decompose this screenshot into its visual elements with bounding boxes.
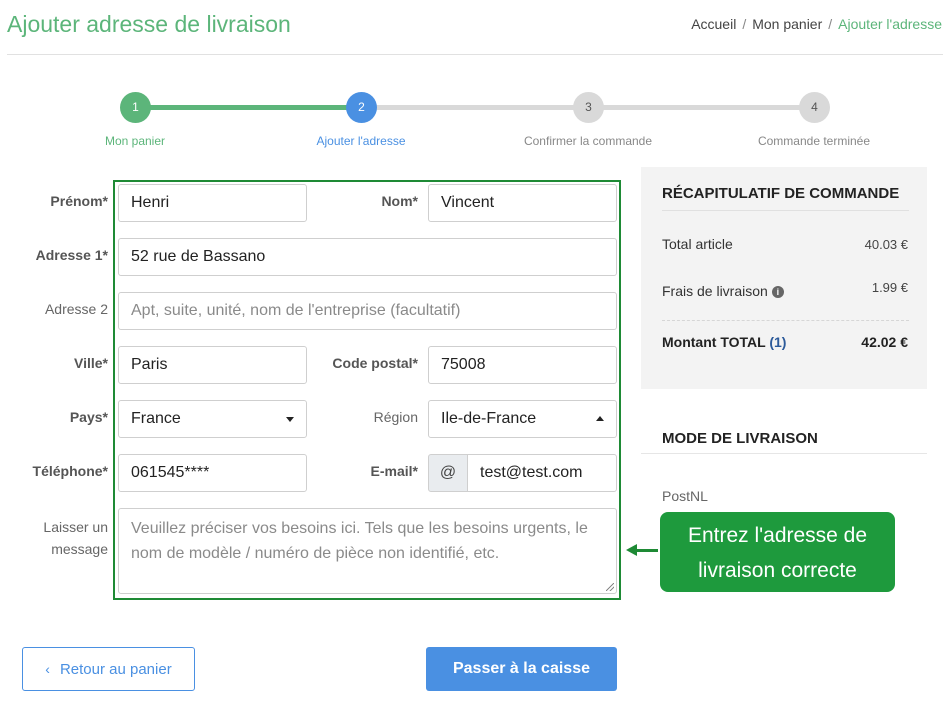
chevron-up-icon: [596, 416, 604, 421]
back-to-cart-button[interactable]: ‹ Retour au panier: [22, 647, 195, 691]
step-2-indicator: 2: [346, 92, 377, 123]
adresse1-input[interactable]: 52 rue de Bassano: [118, 238, 617, 276]
region-select[interactable]: Ile-de-France: [428, 400, 617, 438]
nom-label: Nom*: [381, 193, 418, 209]
nom-input[interactable]: Vincent: [428, 184, 617, 222]
breadcrumb-home-link[interactable]: Accueil: [691, 16, 736, 32]
code-postal-label: Code postal*: [332, 355, 418, 371]
step-1-label: Mon panier: [104, 134, 166, 148]
total-amount-label: Montant TOTAL (1): [662, 334, 786, 350]
breadcrumb-separator: /: [828, 16, 833, 32]
step-connector-3-4: [602, 105, 814, 110]
message-label-line2: message: [51, 541, 108, 557]
step-4-label: Commande terminée: [757, 134, 871, 148]
step-3-indicator: 3: [573, 92, 604, 123]
checkout-button[interactable]: Passer à la caisse: [426, 647, 617, 691]
step-connector-2-3: [376, 105, 588, 110]
at-sign-icon: @: [428, 454, 468, 492]
shipping-mode-title: MODE DE LIVRAISON: [662, 430, 818, 447]
adresse2-label: Adresse 2: [44, 301, 108, 317]
breadcrumb-current: Ajouter l'adresse: [838, 16, 942, 32]
shipping-fee-label-text: Frais de livraison: [662, 283, 768, 299]
back-to-cart-label: Retour au panier: [59, 661, 172, 678]
prenom-label: Prénom*: [50, 193, 108, 209]
step-3-label: Confirmer la commande: [523, 134, 653, 148]
message-placeholder: Veuillez préciser vos besoins ici. Tels …: [131, 520, 588, 562]
total-amount-value: 42.02 €: [861, 334, 908, 350]
code-postal-input[interactable]: 75008: [428, 346, 617, 384]
callout-line1: Entrez l'adresse de: [687, 524, 868, 547]
shipping-option-postnl[interactable]: PostNL: [662, 488, 708, 504]
ville-input[interactable]: Paris: [118, 346, 307, 384]
pays-select[interactable]: France: [118, 400, 307, 438]
total-amount-label-text: Montant TOTAL: [662, 334, 766, 350]
region-label: Région: [373, 409, 418, 425]
chevron-left-icon: ‹: [45, 661, 50, 677]
pays-label: Pays*: [69, 409, 108, 425]
telephone-label: Téléphone*: [32, 463, 108, 479]
order-summary-title: RÉCAPITULATIF DE COMMANDE: [662, 185, 900, 202]
breadcrumb-separator: /: [742, 16, 747, 32]
total-article-value: 40.03 €: [864, 237, 908, 252]
callout-line2: livraison correcte: [698, 559, 857, 582]
email-label: E-mail*: [370, 463, 418, 479]
step-4-indicator: 4: [799, 92, 830, 123]
page-title: Ajouter adresse de livraison: [7, 11, 291, 37]
shipping-mode-divider: [641, 453, 927, 454]
step-connector-1-2: [150, 105, 362, 110]
message-textarea[interactable]: Veuillez préciser vos besoins ici. Tels …: [118, 508, 617, 594]
total-article-label: Total article: [662, 236, 733, 252]
summary-dashed-divider: [662, 320, 909, 321]
shipping-fee-value: 1.99 €: [871, 280, 908, 295]
resize-grip-icon[interactable]: [606, 583, 614, 591]
header-divider: [7, 54, 943, 55]
adresse1-label: Adresse 1*: [35, 247, 108, 263]
message-label: Laisser un message: [10, 516, 108, 560]
pays-select-value: France: [131, 410, 181, 427]
order-summary-panel: RÉCAPITULATIF DE COMMANDE Total article …: [641, 167, 927, 389]
summary-divider: [662, 210, 909, 211]
callout-annotation: Entrez l'adresse de livraison correcte: [660, 512, 895, 592]
ville-label: Ville*: [74, 355, 108, 371]
email-input[interactable]: test@test.com: [467, 454, 617, 492]
callout-arrow-line: [636, 549, 658, 552]
step-1-indicator: 1: [120, 92, 151, 123]
cart-count-badge: (1): [769, 334, 787, 350]
message-label-line1: Laisser un: [43, 519, 108, 535]
step-2-label: Ajouter l'adresse: [316, 134, 406, 148]
shipping-fee-label: Frais de livraison i: [662, 283, 784, 299]
chevron-down-icon: [286, 417, 294, 422]
info-icon[interactable]: i: [771, 286, 784, 298]
adresse2-input[interactable]: Apt, suite, unité, nom de l'entreprise (…: [118, 292, 617, 330]
telephone-input[interactable]: 061545****: [118, 454, 307, 492]
region-select-value: Ile-de-France: [441, 410, 537, 427]
breadcrumb: Accueil / Mon panier / Ajouter l'adresse: [691, 16, 942, 32]
prenom-input[interactable]: Henri: [118, 184, 307, 222]
breadcrumb-cart-link[interactable]: Mon panier: [752, 16, 822, 32]
